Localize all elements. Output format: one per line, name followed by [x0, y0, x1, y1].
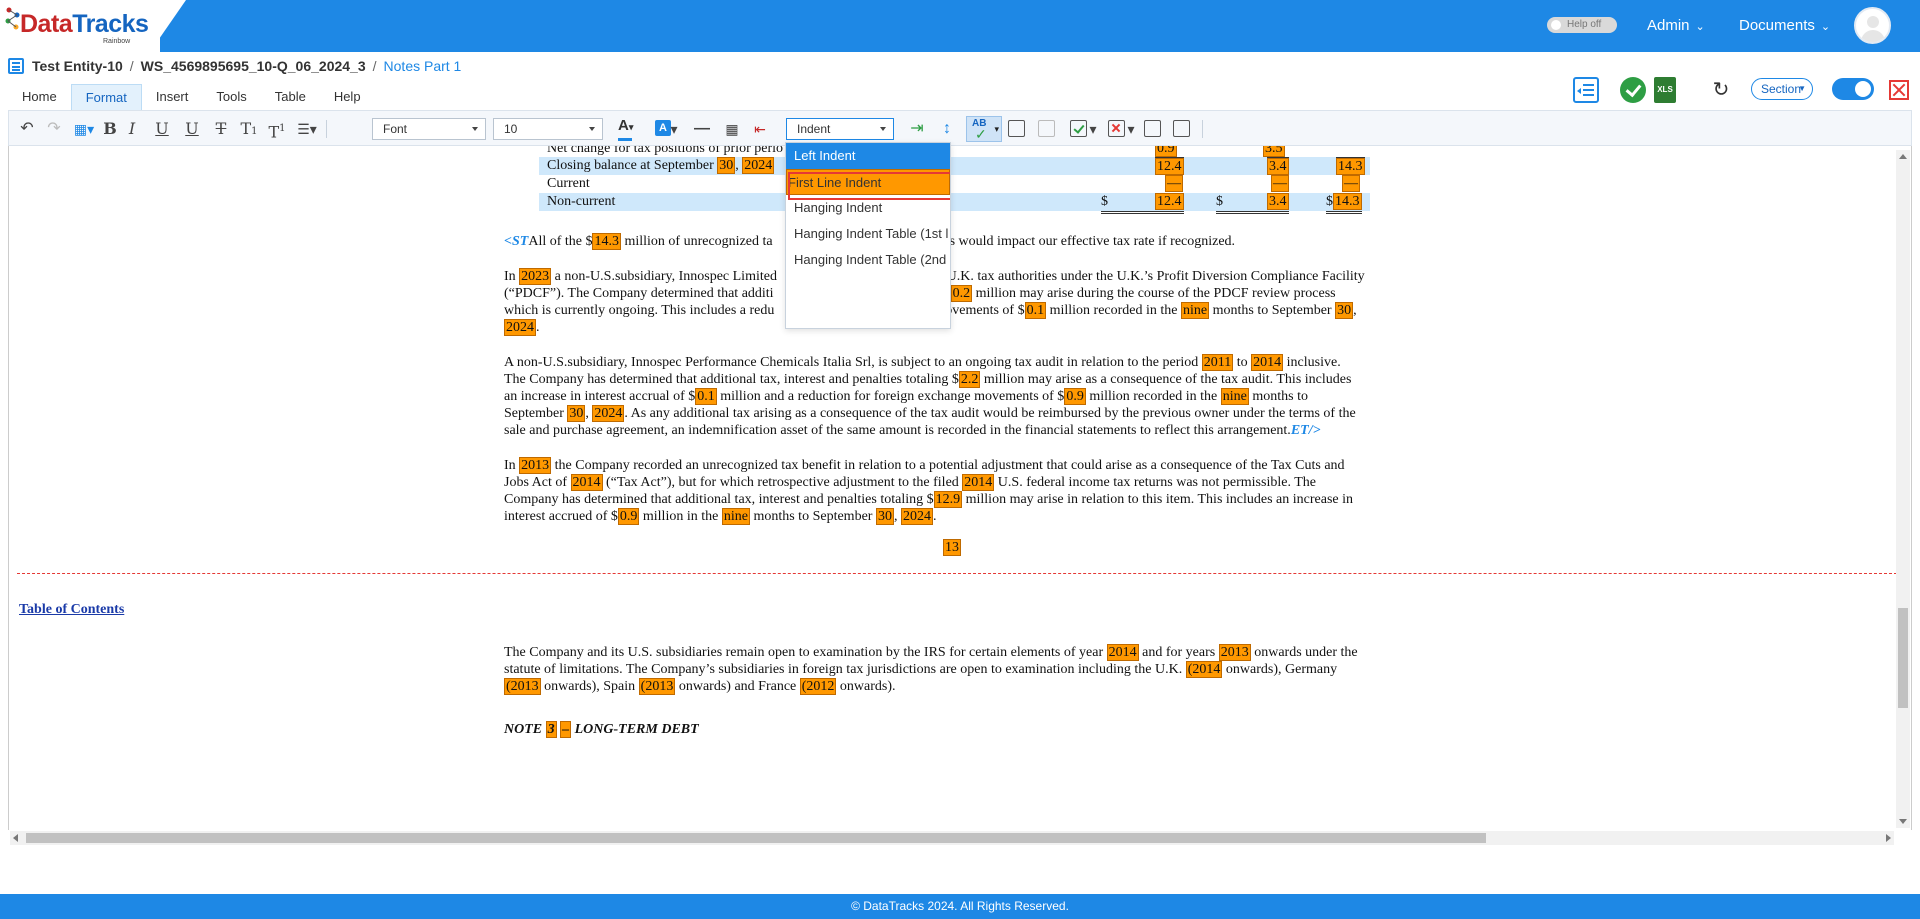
caret-down-icon	[880, 127, 886, 131]
breadcrumb-entity[interactable]: Test Entity-10	[32, 58, 123, 74]
validate-check-icon[interactable]	[1620, 77, 1646, 103]
start-tag: <ST	[504, 234, 529, 249]
indent-select[interactable]: Indent	[786, 118, 894, 140]
paragraph: In 2013 the Company recorded an unrecogn…	[504, 457, 1354, 525]
align-icon[interactable]: ☰▾	[293, 117, 321, 141]
next-change-icon[interactable]	[1173, 120, 1190, 137]
scroll-thumb[interactable]	[1898, 608, 1908, 708]
horizontal-line-icon[interactable]: —	[690, 117, 714, 141]
review-accept-icon[interactable]	[1070, 120, 1087, 137]
format-toolbar: ↶ ↷ ▦▾ B I U U T T1 T1 ☰▾ Font 10 A▾ A ▾…	[8, 110, 1912, 146]
increase-indent-icon[interactable]: ⇥	[905, 117, 929, 141]
highlight-color-icon[interactable]: A	[655, 120, 671, 136]
document-icon	[8, 58, 24, 74]
end-tag: ET/>	[1290, 423, 1321, 438]
tab-format[interactable]: Format	[70, 84, 142, 110]
underline-icon[interactable]: U	[152, 117, 172, 141]
documents-menu[interactable]: Documents ⌄	[1739, 17, 1830, 34]
subscript-icon[interactable]: T1	[237, 117, 261, 141]
ribbon-tabs: Home Format Insert Tools Table Help	[8, 84, 375, 110]
view-toggle[interactable]	[1832, 78, 1874, 100]
note-heading: NOTE 3 – LONG-TERM DEBT	[504, 721, 699, 738]
section-dropdown[interactable]: Section ▼	[1751, 78, 1813, 100]
breadcrumb: Test Entity-10 / WS_4569895695_10-Q_06_2…	[8, 56, 461, 76]
close-icon[interactable]	[1889, 80, 1909, 100]
page-break-line	[17, 573, 1897, 574]
tab-insert[interactable]: Insert	[142, 84, 203, 110]
menu-item-first-line-indent[interactable]: First Line Indent	[786, 169, 950, 200]
caret-down-icon[interactable]: ▾	[1127, 117, 1135, 141]
breadcrumb-workspace[interactable]: WS_4569895695_10-Q_06_2024_3	[141, 58, 366, 74]
tab-table[interactable]: Table	[261, 84, 320, 110]
footer: © DataTracks 2024. All Rights Reserved.	[0, 894, 1920, 919]
page-number: 13	[943, 539, 961, 556]
indent-marker-icon[interactable]: ⇤	[749, 117, 771, 141]
scroll-thumb[interactable]	[26, 833, 1486, 843]
double-underline-icon[interactable]: U	[182, 117, 202, 141]
xls-export-icon[interactable]: XLS	[1654, 77, 1676, 103]
table-row: Closing balance at September 30, 2024 12…	[539, 157, 1370, 175]
review-reject-icon[interactable]	[1108, 120, 1125, 137]
outline-panel-icon[interactable]	[1573, 77, 1599, 103]
redo-icon[interactable]: ↷	[42, 117, 66, 141]
tab-tools[interactable]: Tools	[202, 84, 260, 110]
toggle-knob	[1551, 20, 1561, 30]
checkmark-icon: ✓	[975, 126, 987, 142]
font-color-icon[interactable]: A▾	[618, 117, 633, 141]
table-row: Current — — —	[547, 175, 1360, 192]
caret-down-icon[interactable]: ▾	[670, 117, 678, 141]
caret-down-icon: ▼	[1798, 84, 1806, 93]
menu-item-hanging-indent-table-1st[interactable]: Hanging Indent Table (1st l	[786, 221, 950, 247]
admin-menu[interactable]: Admin ⌄	[1647, 17, 1705, 34]
logo[interactable]: DataTracks Rainbow	[0, 0, 186, 52]
clipboard-paste-icon[interactable]	[1038, 120, 1055, 137]
line-spacing-icon[interactable]: ↕	[935, 117, 959, 141]
horizontal-scrollbar[interactable]	[10, 831, 1894, 845]
italic-icon[interactable]: I	[122, 117, 142, 141]
caret-down-icon[interactable]: ▾	[1089, 117, 1097, 141]
strikethrough-icon[interactable]: T	[211, 117, 231, 141]
caret-down-icon	[589, 127, 595, 131]
paragraph: In 2023 a non-U.S.subsidiary, Innospec L…	[504, 268, 1365, 336]
help-toggle[interactable]: Help off	[1547, 17, 1617, 33]
format-painter-icon[interactable]: ▦▾	[71, 117, 97, 141]
chevron-down-icon: ⌄	[1695, 21, 1705, 33]
menu-item-left-indent[interactable]: Left Indent	[786, 143, 950, 169]
scroll-down-icon[interactable]	[1899, 819, 1907, 824]
table-row: Non-current $ 12.4 $ 3.4 $14.3	[539, 193, 1370, 214]
breadcrumb-section[interactable]: Notes Part 1	[384, 58, 462, 74]
menu-item-hanging-indent[interactable]: Hanging Indent	[786, 195, 950, 221]
vertical-scrollbar[interactable]	[1896, 150, 1910, 828]
chevron-down-icon: ⌄	[1820, 21, 1831, 33]
bold-icon[interactable]: B	[100, 117, 120, 141]
refresh-icon[interactable]: ↻	[1708, 77, 1734, 103]
logo-subtitle: Rainbow	[103, 38, 131, 45]
avatar[interactable]	[1854, 7, 1891, 44]
logo-text: DataTracks	[20, 10, 149, 38]
top-bar: DataTracks Rainbow Help off Admin ⌄ Docum…	[0, 0, 1920, 52]
font-size-select[interactable]: 10	[493, 118, 603, 140]
tab-home[interactable]: Home	[8, 84, 71, 110]
font-select[interactable]: Font	[372, 118, 486, 140]
caret-down-icon	[472, 127, 478, 131]
paragraph: The Company and its U.S. subsidiaries re…	[504, 644, 1358, 695]
scroll-left-icon[interactable]	[13, 834, 18, 842]
document-editor[interactable]: Net change for tax positions of prior pe…	[8, 146, 1912, 830]
paragraph: A non-U.S.subsidiary, Innospec Performan…	[504, 354, 1356, 438]
previous-change-icon[interactable]	[1144, 120, 1161, 137]
tab-help[interactable]: Help	[320, 84, 375, 110]
indent-dropdown-menu: Left Indent First Line Indent Hanging In…	[785, 142, 951, 329]
scroll-right-icon[interactable]	[1886, 834, 1891, 842]
table-grid-icon[interactable]: ▦	[721, 117, 743, 141]
paragraph: <STAll of the $14.3 million of unrecogni…	[504, 233, 1236, 250]
undo-icon[interactable]: ↶	[15, 117, 39, 141]
menu-item-hanging-indent-table-2nd[interactable]: Hanging Indent Table (2nd	[786, 247, 950, 273]
scroll-up-icon[interactable]	[1899, 154, 1907, 159]
clipboard-edit-icon[interactable]	[1008, 120, 1025, 137]
table-of-contents-link[interactable]: Table of Contents	[19, 602, 124, 618]
spellcheck-button[interactable]: AB ✓ ▾	[966, 116, 1002, 142]
superscript-icon[interactable]: T1	[265, 117, 289, 141]
